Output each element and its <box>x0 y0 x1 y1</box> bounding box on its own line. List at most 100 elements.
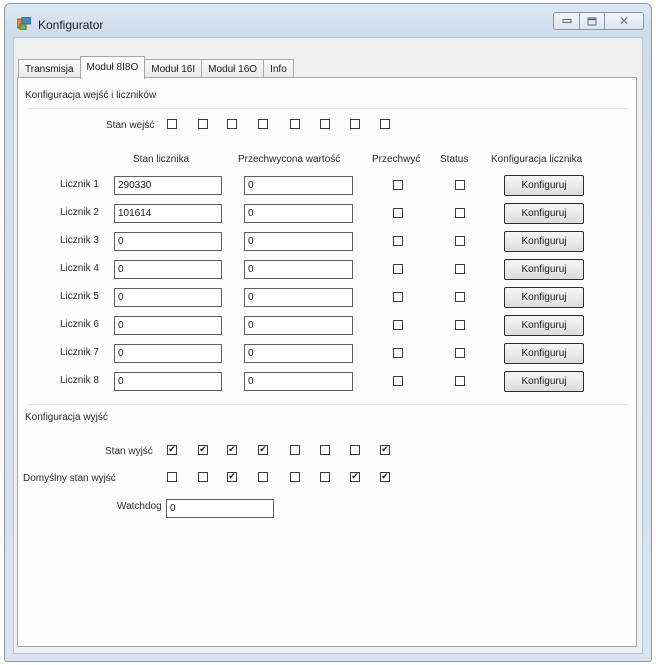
counter-4-status-checkbox[interactable] <box>455 264 465 274</box>
counter-5-status-checkbox[interactable] <box>455 292 465 302</box>
counter-3-przechwyc-checkbox[interactable] <box>393 236 403 246</box>
counter-5-przechwyc-checkbox[interactable] <box>393 292 403 302</box>
counter-3-konfiguruj-button[interactable]: Konfiguruj <box>504 231 584 252</box>
watchdog-label: Watchdog <box>117 501 162 512</box>
header-przechwyc: Przechwyć <box>372 154 421 165</box>
counter-label-1: Licznik 1 <box>60 179 99 190</box>
counter-6-przechwycona-input[interactable]: 0 <box>244 316 353 335</box>
counter-8-konfiguruj-button[interactable]: Konfiguruj <box>504 371 584 392</box>
domyslny-stan-wyjsc-checkbox-3[interactable] <box>227 472 237 482</box>
stan-wejsc-checkbox-4[interactable] <box>258 119 268 129</box>
domyslny-stan-wyjsc-checkbox-2[interactable] <box>198 472 208 482</box>
counter-8-przechwycona-input[interactable]: 0 <box>244 372 353 391</box>
counter-7-konfiguruj-button[interactable]: Konfiguruj <box>504 343 584 364</box>
app-icon <box>17 17 31 30</box>
domyslny-stan-wyjsc-checkbox-6[interactable] <box>320 472 330 482</box>
tab-2[interactable]: Moduł 16I <box>144 59 203 79</box>
counter-5-konfiguruj-button[interactable]: Konfiguruj <box>504 287 584 308</box>
counter-2-przechwyc-checkbox[interactable] <box>393 208 403 218</box>
stan-wyjsc-checkbox-4[interactable] <box>258 445 268 455</box>
header-status: Status <box>440 154 469 165</box>
counter-7-przechwycona-input[interactable]: 0 <box>244 344 353 363</box>
counter-label-5: Licznik 5 <box>60 291 99 302</box>
counter-1-przechwycona-input[interactable]: 0 <box>244 176 353 195</box>
counter-label-4: Licznik 4 <box>60 263 99 274</box>
close-button[interactable]: ✕ <box>604 12 644 30</box>
stan-wejsc-checkbox-5[interactable] <box>290 119 300 129</box>
counter-4-konfiguruj-button[interactable]: Konfiguruj <box>504 259 584 280</box>
tab-3[interactable]: Moduł 16O <box>201 59 265 79</box>
counter-4-przechwyc-checkbox[interactable] <box>393 264 403 274</box>
counter-3-stan-input[interactable]: 0 <box>114 232 222 251</box>
counter-1-przechwyc-checkbox[interactable] <box>393 180 403 190</box>
maximize-button[interactable] <box>579 12 605 30</box>
counter-2-status-checkbox[interactable] <box>455 208 465 218</box>
title-bar[interactable]: Konfigurator ✕ <box>5 4 651 36</box>
counter-1-konfiguruj-button[interactable]: Konfiguruj <box>504 175 584 196</box>
counter-5-stan-input[interactable]: 0 <box>114 288 222 307</box>
counter-3-przechwycona-input[interactable]: 0 <box>244 232 353 251</box>
header-przechwycona: Przechwycona wartość <box>238 154 341 165</box>
counter-4-przechwycona-input[interactable]: 0 <box>244 260 353 279</box>
tab-4[interactable]: Info <box>263 59 294 79</box>
counter-label-7: Licznik 7 <box>60 347 99 358</box>
minimize-button[interactable] <box>553 12 580 30</box>
header-stan-licznika: Stan licznika <box>133 154 190 165</box>
domyslny-stan-wyjsc-checkbox-8[interactable] <box>380 472 390 482</box>
domyslny-stan-wyjsc-checkbox-7[interactable] <box>350 472 360 482</box>
inputs-group-divider <box>28 108 628 109</box>
tab-strip: Transmisja Moduł 8I8O Moduł 16I Moduł 16O In… <box>18 56 294 79</box>
stan-wyjsc-checkbox-2[interactable] <box>198 445 208 455</box>
counter-3-status-checkbox[interactable] <box>455 236 465 246</box>
stan-wyjsc-checkbox-8[interactable] <box>380 445 390 455</box>
stan-wyjsc-checkbox-7[interactable] <box>350 445 360 455</box>
domyslny-stan-wyjsc-label: Domyślny stan wyjść <box>23 473 116 484</box>
stan-wejsc-checkbox-3[interactable] <box>227 119 237 129</box>
stan-wyjsc-checkbox-1[interactable] <box>167 445 177 455</box>
stan-wyjsc-checkbox-6[interactable] <box>320 445 330 455</box>
stan-wejsc-checkbox-8[interactable] <box>380 119 390 129</box>
domyslny-stan-wyjsc-checkbox-4[interactable] <box>258 472 268 482</box>
counter-1-stan-input[interactable]: 290330 <box>114 176 222 195</box>
counter-6-przechwyc-checkbox[interactable] <box>393 320 403 330</box>
outputs-group-divider <box>28 404 628 405</box>
counter-6-konfiguruj-button[interactable]: Konfiguruj <box>504 315 584 336</box>
minimize-icon <box>562 19 571 23</box>
counter-4-stan-input[interactable]: 0 <box>114 260 222 279</box>
header-konfiguracja: Konfiguracja licznika <box>491 154 583 165</box>
maximize-icon <box>587 17 597 25</box>
counter-7-przechwyc-checkbox[interactable] <box>393 348 403 358</box>
counter-label-6: Licznik 6 <box>60 319 99 330</box>
counter-6-stan-input[interactable]: 0 <box>114 316 222 335</box>
close-icon: ✕ <box>618 14 630 28</box>
stan-wyjsc-checkbox-3[interactable] <box>227 445 237 455</box>
counter-7-status-checkbox[interactable] <box>455 348 465 358</box>
counter-label-2: Licznik 2 <box>60 207 99 218</box>
counter-8-stan-input[interactable]: 0 <box>114 372 222 391</box>
inputs-group-title: Konfiguracja wejść i liczników <box>25 90 157 101</box>
stan-wejsc-checkbox-1[interactable] <box>167 119 177 129</box>
domyslny-stan-wyjsc-checkbox-5[interactable] <box>290 472 300 482</box>
stan-wejsc-checkbox-6[interactable] <box>320 119 330 129</box>
stan-wyjsc-label: Stan wyjść <box>105 446 153 457</box>
domyslny-stan-wyjsc-checkbox-1[interactable] <box>167 472 177 482</box>
counter-6-status-checkbox[interactable] <box>455 320 465 330</box>
tab-0[interactable]: Transmisja <box>18 59 81 79</box>
counter-1-status-checkbox[interactable] <box>455 180 465 190</box>
stan-wejsc-checkbox-7[interactable] <box>350 119 360 129</box>
counter-8-przechwyc-checkbox[interactable] <box>393 376 403 386</box>
counter-label-3: Licznik 3 <box>60 235 99 246</box>
counter-2-konfiguruj-button[interactable]: Konfiguruj <box>504 203 584 224</box>
outputs-group-title: Konfiguracja wyjść <box>25 412 108 423</box>
tab-1[interactable]: Moduł 8I8O <box>79 56 146 79</box>
watchdog-input[interactable]: 0 <box>166 499 274 518</box>
counter-7-stan-input[interactable]: 0 <box>114 344 222 363</box>
stan-wyjsc-checkbox-5[interactable] <box>290 445 300 455</box>
counter-5-przechwycona-input[interactable]: 0 <box>244 288 353 307</box>
counter-label-8: Licznik 8 <box>60 375 99 386</box>
window-title: Konfigurator <box>38 18 104 32</box>
counter-2-przechwycona-input[interactable]: 0 <box>244 204 353 223</box>
stan-wejsc-checkbox-2[interactable] <box>198 119 208 129</box>
counter-8-status-checkbox[interactable] <box>455 376 465 386</box>
counter-2-stan-input[interactable]: 101614 <box>114 204 222 223</box>
